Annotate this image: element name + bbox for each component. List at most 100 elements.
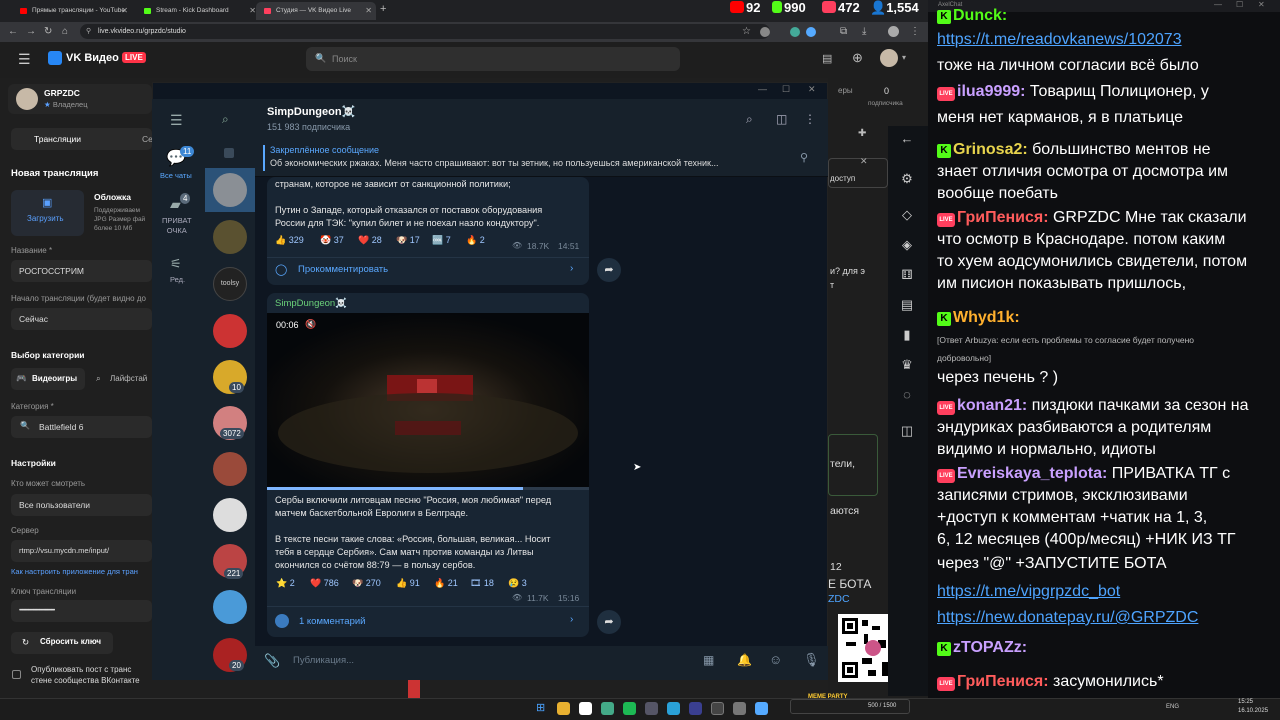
forward-icon[interactable]: ➦ [597, 258, 621, 282]
upload-video-icon[interactable]: ▤ [822, 52, 832, 65]
app-icon[interactable] [711, 702, 724, 715]
gear-icon[interactable]: ⚙ [898, 170, 916, 188]
extensions-puzzle-icon[interactable]: ⧉ [840, 24, 847, 39]
reaction-chip[interactable]: 🆒 7 [432, 235, 451, 246]
schedule-icon[interactable]: ▦ [703, 653, 714, 667]
stream-key-field[interactable]: •••••••••••••••••••••••••••••••• [11, 600, 152, 622]
chat-avatar[interactable] [213, 314, 247, 348]
comments-button[interactable]: 1 комментарий [299, 616, 366, 627]
video-player[interactable] [267, 313, 589, 489]
chat-username[interactable]: zTOPAZz: [953, 639, 1027, 656]
reaction-chip[interactable]: 🎞 18 [470, 578, 494, 589]
attach-icon[interactable]: 📎 [264, 653, 280, 669]
reaction-chip[interactable]: 👍 329 [275, 235, 304, 246]
back-arrow-icon[interactable]: ← [898, 130, 916, 148]
forward-icon[interactable]: ➦ [597, 610, 621, 634]
extension-icon[interactable] [806, 27, 816, 37]
category-select[interactable]: Battlefield 6 [11, 416, 152, 438]
extension-icon[interactable] [790, 27, 800, 37]
edit-folders-label[interactable]: Ред. [170, 275, 185, 284]
avatar[interactable] [880, 49, 898, 67]
profile-avatar[interactable] [888, 26, 899, 37]
maximize-icon[interactable]: ☐ [782, 84, 790, 95]
app-icon[interactable] [755, 702, 768, 715]
reaction-chip[interactable]: 🐶 17 [396, 235, 420, 246]
stream-name-input[interactable]: РОСГОССТРИМ [11, 260, 152, 282]
folder-private[interactable]: ПРИВАТ ОЧКА [162, 216, 192, 236]
folder-all-chats[interactable]: Все чаты [160, 171, 192, 180]
chat-avatar[interactable] [213, 173, 247, 207]
reaction-chip[interactable]: 🔥 21 [434, 578, 458, 589]
close-icon[interactable]: ✕ [249, 2, 256, 20]
search-input[interactable]: Поиск [306, 47, 680, 71]
tab-vk-studio[interactable]: Студия — VK Видео Live ✕ [256, 2, 376, 20]
menu-icon[interactable]: ☰ [170, 112, 183, 129]
chat-username[interactable]: ГриПенисᴙ: [957, 673, 1049, 690]
tab-kick[interactable]: Stream - Kick Dashboard ✕ [136, 2, 260, 20]
reaction-chip[interactable]: ❤️ 786 [310, 578, 339, 589]
new-tab-button[interactable]: + [380, 3, 386, 15]
chat-avatar[interactable] [213, 452, 247, 486]
chat-link[interactable]: https://t.me/vipgrpzdc_bot [937, 583, 1120, 600]
archive-icon[interactable] [224, 148, 234, 158]
chat-avatar[interactable] [213, 590, 247, 624]
chat-username[interactable]: konan21: [957, 397, 1027, 414]
app-icon[interactable] [733, 702, 746, 715]
chat-username[interactable]: Grinosa2: [953, 141, 1028, 158]
minimize-icon[interactable]: — [1214, 0, 1222, 9]
maximize-icon[interactable]: ☐ [1236, 0, 1243, 9]
back-icon[interactable]: ← [8, 24, 18, 39]
clock-time[interactable]: 15:25 [1238, 699, 1253, 705]
app-icon[interactable] [579, 702, 592, 715]
chat-username[interactable]: ilua9999: [957, 83, 1025, 100]
tab-streams[interactable]: Трансляции [34, 134, 81, 144]
chat-avatar[interactable] [213, 220, 247, 254]
close-icon[interactable]: ✕ [121, 2, 128, 20]
chat-bubble-icon[interactable]: ◌ [898, 386, 916, 404]
vk-logo-text[interactable]: VK Видео [66, 52, 119, 64]
url-field[interactable]: live.vkvideo.ru/grpzdc/studio [80, 24, 770, 39]
start-time-select[interactable]: Сейчас [11, 308, 152, 330]
close-icon[interactable]: ✕ [1258, 0, 1265, 9]
chat-username[interactable]: Dunck: [953, 7, 1007, 24]
setup-app-link[interactable]: Как настроить приложение для тран [11, 567, 138, 576]
mute-icon[interactable]: 🔇 [305, 319, 316, 330]
menu-dots-icon[interactable]: ⋮ [910, 24, 920, 39]
reaction-chip[interactable]: 🐶 270 [352, 578, 381, 589]
site-info-icon[interactable]: ⚲ [86, 27, 91, 35]
pin-list-icon[interactable]: ⚲ [800, 151, 808, 164]
spotify-icon[interactable] [623, 702, 636, 715]
downloads-icon[interactable]: ⤓ [862, 24, 866, 39]
chat-link[interactable]: https://t.me/readovkanews/102073 [937, 31, 1182, 48]
emoji-icon[interactable]: ☺ [769, 652, 782, 667]
discord-icon[interactable] [601, 702, 614, 715]
edit-folders-icon[interactable]: ⚟ [170, 256, 182, 272]
chat-avatar[interactable]: toolsy [213, 267, 247, 301]
forward-icon[interactable]: → [26, 24, 36, 39]
reaction-chip[interactable]: 😢 3 [508, 578, 527, 589]
search-icon[interactable]: ⌕ [746, 112, 753, 127]
reaction-chip[interactable]: 👍 91 [396, 578, 420, 589]
trophy-icon[interactable]: ♛ [898, 356, 916, 374]
close-icon[interactable]: ✕ [860, 156, 868, 167]
reaction-chip[interactable]: 🔥 2 [466, 235, 485, 246]
save-icon[interactable]: ◫ [898, 422, 916, 440]
close-icon[interactable]: ✕ [808, 84, 816, 95]
reload-icon[interactable]: ↻ [44, 24, 52, 39]
clock-date[interactable]: 16.10.2025 [1238, 708, 1268, 714]
tab-youtube[interactable]: Прямые трансляции - YouTube ✕ [12, 2, 132, 20]
chrome-icon[interactable] [557, 702, 570, 715]
menu-icon[interactable]: ☰ [18, 51, 31, 68]
chat-link[interactable]: https://new.donatepay.ru/@GRPZDC [937, 609, 1198, 626]
post-author[interactable]: SimpDungeon☠️ [275, 298, 347, 309]
server-url-field[interactable]: rtmp://vsu.mycdn.me/input/ [11, 540, 152, 562]
chat-username[interactable]: Evreiskaya_teplota: [957, 465, 1107, 482]
bell-icon[interactable]: 🔔 [737, 653, 752, 667]
microphone-icon[interactable]: 🎙 [803, 652, 820, 668]
publish-post-checkbox[interactable] [12, 670, 21, 679]
diamond-icon[interactable]: ◇ [898, 206, 916, 224]
telegram-icon[interactable] [667, 702, 680, 715]
bookmark-star-icon[interactable]: ☆ [742, 24, 751, 39]
app-icon[interactable] [689, 702, 702, 715]
minimize-icon[interactable]: — [758, 84, 767, 94]
